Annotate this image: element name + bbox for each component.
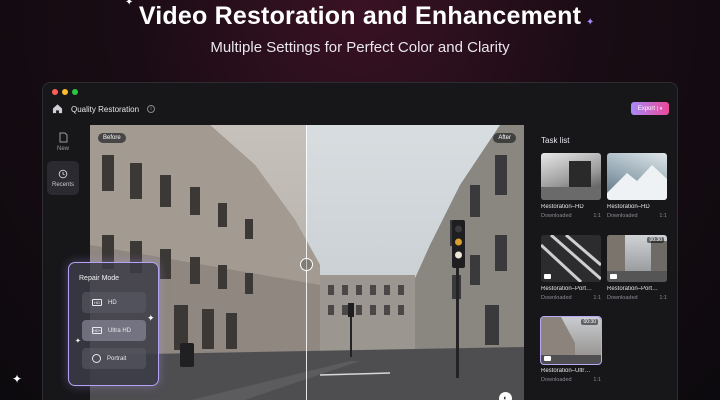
- task-item[interactable]: Restoration–HD Downloaded 1:1: [541, 153, 601, 219]
- video-icon: [544, 274, 551, 279]
- task-item[interactable]: 00:30 Restoration–Ultr… Downloaded 1:1: [540, 316, 602, 383]
- task-status: Downloaded: [607, 295, 638, 301]
- rail-item-new[interactable]: New: [47, 125, 79, 159]
- history-icon: [58, 169, 68, 178]
- task-count: 1:1: [659, 213, 667, 219]
- subheadline: Multiple Settings for Perfect Color and …: [210, 39, 510, 56]
- video-icon: [544, 356, 551, 361]
- export-label: Export: [637, 105, 656, 112]
- repair-mode-panel: Repair Mode HD HD HD+ Ultra HD Portrait …: [68, 262, 159, 386]
- mode-option-portrait[interactable]: Portrait: [82, 348, 146, 369]
- export-button[interactable]: Export | ▾: [631, 102, 669, 115]
- split-view-icon[interactable]: ◐: [499, 392, 512, 400]
- task-count: 1:1: [659, 295, 667, 301]
- ultra-hd-icon: HD+: [92, 327, 102, 334]
- video-icon: [610, 274, 617, 279]
- chevron-down-icon: | ▾: [657, 105, 663, 112]
- task-status: Downloaded: [541, 377, 572, 383]
- rail-item-recents[interactable]: Recents: [47, 161, 79, 195]
- compare-handle[interactable]: [300, 258, 313, 271]
- before-label: Before: [98, 133, 126, 143]
- task-thumbnail: [541, 235, 601, 282]
- task-thumbnail: [607, 153, 667, 200]
- task-count: 1:1: [593, 213, 601, 219]
- file-icon: [59, 132, 67, 143]
- task-name: Restoration–Ultr…: [541, 368, 591, 374]
- mode-option-ultra-hd[interactable]: HD+ Ultra HD: [82, 320, 146, 341]
- after-label: After: [493, 133, 516, 143]
- maximize-window-button[interactable]: [72, 89, 78, 95]
- task-status: Downloaded: [541, 295, 572, 301]
- task-status: Downloaded: [607, 213, 638, 219]
- left-rail: New Recents: [47, 125, 81, 205]
- sparkle-icon: ✦: [12, 372, 23, 386]
- task-count: 1:1: [593, 377, 601, 383]
- title-bar: Quality Restoration i Export | ▾: [43, 101, 677, 121]
- video-duration: 00:30: [647, 237, 664, 243]
- repair-mode-title: Repair Mode: [79, 275, 120, 282]
- sparkle-icon: ✦: [75, 338, 81, 345]
- task-thumbnail: 00:30: [607, 235, 667, 282]
- mode-option-hd[interactable]: HD HD: [82, 292, 146, 313]
- task-name: Restoration–HD: [541, 204, 584, 210]
- mode-label: Portrait: [107, 355, 127, 362]
- face-icon: [92, 354, 101, 363]
- task-thumbnail: [541, 153, 601, 200]
- rail-item-label: New: [56, 146, 69, 152]
- task-count: 1:1: [593, 295, 601, 301]
- minimize-window-button[interactable]: [62, 89, 68, 95]
- task-name: Restoration–Port…: [541, 286, 593, 292]
- mode-label: HD: [108, 299, 117, 306]
- room-image: [541, 161, 601, 200]
- home-icon[interactable]: [52, 103, 63, 114]
- task-item[interactable]: Restoration–Port… Downloaded 1:1: [541, 235, 601, 301]
- task-name: Restoration–Port…: [607, 286, 659, 292]
- video-duration: 00:30: [581, 319, 598, 325]
- task-item[interactable]: Restoration–HD Downloaded 1:1: [607, 153, 667, 219]
- window-controls: [52, 89, 78, 95]
- task-item[interactable]: 00:30 Restoration–Port… Downloaded 1:1: [607, 235, 667, 301]
- task-list-title: Task list: [541, 136, 570, 145]
- task-status: Downloaded: [541, 213, 572, 219]
- task-name: Restoration–HD: [607, 204, 650, 210]
- mode-label: Ultra HD: [108, 327, 132, 334]
- headline: Video Restoration and Enhancement: [138, 2, 582, 30]
- window-title: Quality Restoration: [71, 105, 140, 114]
- rail-item-label: Recents: [51, 181, 74, 188]
- info-icon[interactable]: i: [147, 105, 155, 113]
- task-thumbnail: 00:30: [540, 316, 602, 365]
- task-list-panel: Task list Restoration–HD Downloaded 1:1 R…: [533, 125, 671, 400]
- close-window-button[interactable]: [52, 89, 58, 95]
- sparkle-icon: ✦: [147, 313, 155, 323]
- mountain-image: [607, 165, 667, 200]
- hd-icon: HD: [92, 299, 102, 306]
